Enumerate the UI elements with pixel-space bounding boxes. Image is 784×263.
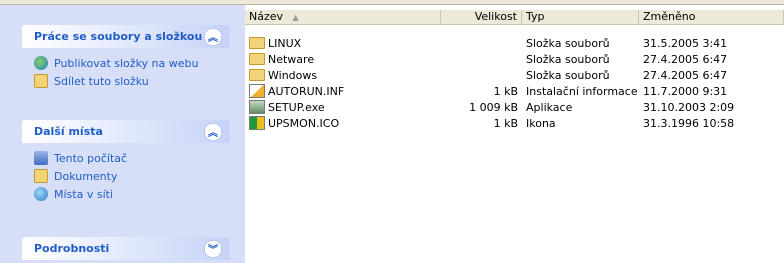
file-name: AUTORUN.INF: [268, 84, 345, 98]
file-modified: 31.5.2005 3:41: [643, 36, 728, 50]
place-my-documents[interactable]: Dokumenty: [34, 167, 230, 185]
icon-file-icon: [249, 116, 265, 130]
file-name: Windows: [268, 68, 318, 82]
column-header-modified[interactable]: Změněno: [639, 10, 784, 24]
network-places-icon: [34, 187, 48, 201]
collapse-icon[interactable]: ︽: [204, 122, 222, 141]
file-size: 1 kB: [493, 116, 518, 130]
place-network[interactable]: Místa v síti: [34, 185, 230, 203]
sort-ascending-icon: ▲: [292, 13, 299, 22]
file-row[interactable]: SETUP.exe 1 009 kB Aplikace 31.10.2003 2…: [245, 99, 784, 115]
file-modified: 11.7.2000 9:31: [643, 84, 728, 98]
panel-header[interactable]: Práce se soubory a složkou ︽: [22, 25, 230, 48]
task-label: Publikovat složky na webu: [54, 56, 199, 70]
file-modified: 31.10.2003 2:09: [643, 100, 735, 114]
file-name: Netware: [268, 52, 315, 66]
panel-body: Publikovat složky na webu Sdílet tuto sl…: [22, 48, 230, 96]
panel-title: Podrobnosti: [34, 242, 110, 255]
panel-header[interactable]: Další místa ︽: [22, 120, 230, 143]
file-size: 1 kB: [493, 84, 518, 98]
file-list-view[interactable]: Název ▲ Velikost Typ Změněno LINUX Složk…: [245, 5, 784, 263]
file-row[interactable]: AUTORUN.INF 1 kB Instalační informace 11…: [245, 83, 784, 99]
folder-icon: [249, 37, 265, 49]
setup-info-icon: [249, 84, 265, 98]
setup-exe-icon: [249, 100, 265, 114]
file-name: SETUP.exe: [268, 100, 325, 114]
file-modified: 31.3.1996 10:58: [643, 116, 735, 130]
panel-header[interactable]: Podrobnosti ︾: [22, 237, 230, 260]
file-row[interactable]: LINUX Složka souborů 31.5.2005 3:41: [245, 35, 784, 51]
column-header-name[interactable]: Název ▲: [245, 10, 441, 24]
file-type: Aplikace: [526, 100, 573, 114]
file-modified: 27.4.2005 6:47: [643, 52, 728, 66]
collapse-icon[interactable]: ︽: [204, 27, 222, 46]
file-size: 1 009 kB: [469, 100, 518, 114]
task-publish-web[interactable]: Publikovat složky na webu: [34, 54, 230, 72]
task-share-folder[interactable]: Sdílet tuto složku: [34, 72, 230, 90]
folder-icon: [249, 69, 265, 81]
globe-icon: [34, 56, 48, 70]
panel-body: Tento počítač Dokumenty Místa v síti: [22, 143, 230, 209]
panel-title: Práce se soubory a složkou: [34, 30, 203, 43]
file-row[interactable]: Windows Složka souborů 27.4.2005 6:47: [245, 67, 784, 83]
file-type: Ikona: [526, 116, 556, 130]
panel-details: Podrobnosti ︾: [22, 237, 230, 260]
file-type: Složka souborů: [526, 36, 610, 50]
column-label: Název: [249, 10, 284, 23]
panel-other-places: Další místa ︽ Tento počítač Dokumenty Mí…: [22, 120, 230, 209]
place-label: Tento počítač: [54, 151, 128, 165]
file-modified: 27.4.2005 6:47: [643, 68, 728, 82]
share-folder-icon: [34, 74, 48, 88]
panel-title: Další místa: [34, 125, 103, 138]
expand-icon[interactable]: ︾: [204, 239, 222, 258]
file-type: Složka souborů: [526, 52, 610, 66]
file-type: Instalační informace: [526, 84, 638, 98]
column-header-row: Název ▲ Velikost Typ Změněno: [245, 10, 784, 25]
file-name: UPSMON.ICO: [268, 116, 340, 130]
column-header-type[interactable]: Typ: [522, 10, 639, 24]
place-my-computer[interactable]: Tento počítač: [34, 149, 230, 167]
file-row[interactable]: Netware Složka souborů 27.4.2005 6:47: [245, 51, 784, 67]
file-name: LINUX: [268, 36, 302, 50]
place-label: Místa v síti: [54, 187, 113, 201]
documents-folder-icon: [34, 169, 48, 183]
task-pane: Práce se soubory a složkou ︽ Publikovat …: [0, 5, 245, 263]
folder-icon: [249, 53, 265, 65]
computer-icon: [34, 151, 48, 165]
file-type: Složka souborů: [526, 68, 610, 82]
file-row[interactable]: UPSMON.ICO 1 kB Ikona 31.3.1996 10:58: [245, 115, 784, 131]
panel-file-folder-tasks: Práce se soubory a složkou ︽ Publikovat …: [22, 25, 230, 96]
place-label: Dokumenty: [54, 169, 118, 183]
column-header-size[interactable]: Velikost: [441, 10, 522, 24]
task-label: Sdílet tuto složku: [54, 74, 149, 88]
